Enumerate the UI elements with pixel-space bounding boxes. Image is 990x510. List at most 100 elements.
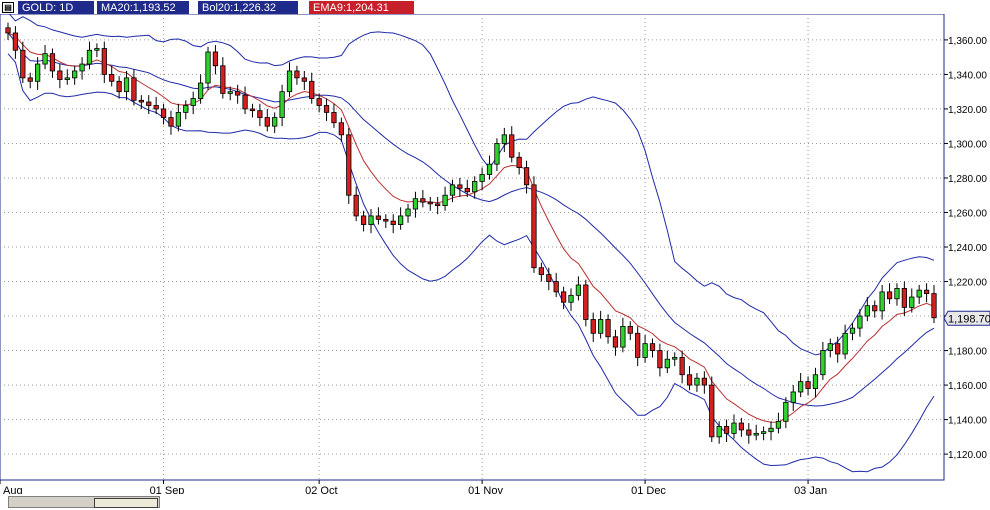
candle-body xyxy=(153,105,159,110)
candle-body xyxy=(731,422,737,434)
candle-body xyxy=(49,53,56,72)
y-tick-label: 1,240.00 xyxy=(948,243,987,254)
candle-body xyxy=(523,167,530,186)
x-axis: Aug 01 Sep 02 Oct 01 Nov 01 Dec 03 Jan xyxy=(0,480,827,494)
candle-body xyxy=(35,63,41,82)
candle-body xyxy=(412,198,419,210)
candle-body xyxy=(835,343,841,355)
candle-body xyxy=(568,294,574,303)
candle-body xyxy=(116,80,122,93)
x-tick-label: 01 Dec xyxy=(631,485,666,494)
horizontal-scrollbar[interactable] xyxy=(8,496,160,508)
bol20-label: Bol20:1,226.32 xyxy=(198,1,298,15)
candle-body xyxy=(516,156,522,169)
candle-body xyxy=(872,305,878,312)
candle-body xyxy=(5,27,11,34)
candle-body xyxy=(716,426,722,438)
candle-body xyxy=(390,220,396,225)
y-tick-label: 1,260.00 xyxy=(948,208,987,219)
candle-body xyxy=(923,289,930,295)
candle-body xyxy=(486,163,493,175)
candle-body xyxy=(501,134,507,144)
candle-body xyxy=(583,284,589,320)
candle-body xyxy=(42,53,48,65)
candle-body xyxy=(479,174,485,182)
candle-body xyxy=(131,77,137,101)
candle-body xyxy=(894,288,900,300)
candle-body xyxy=(249,108,256,112)
candle-body xyxy=(635,332,641,358)
ema9-label: EMA9:1,204.31 xyxy=(309,1,414,15)
x-tick-label: Aug xyxy=(3,485,23,494)
candle-body xyxy=(575,284,582,296)
chart-menu-icon[interactable]: ▤ xyxy=(2,2,14,13)
candle-body xyxy=(168,117,174,127)
candle-body xyxy=(316,98,322,106)
candle-body xyxy=(605,319,611,338)
candle-body xyxy=(553,281,559,293)
y-tick-label: 1,340.00 xyxy=(948,70,987,81)
candle-body xyxy=(686,374,693,386)
candle-body xyxy=(353,194,359,217)
candle-body xyxy=(109,74,115,82)
y-tick-label: 1,220.00 xyxy=(948,278,987,289)
candle-body xyxy=(368,215,374,225)
candle-body xyxy=(146,101,152,106)
y-tick-label: 1,160.00 xyxy=(948,381,987,392)
candle-body xyxy=(175,111,182,127)
candle-body xyxy=(360,215,367,225)
scroll-thumb[interactable] xyxy=(94,498,158,508)
candle-body xyxy=(738,422,745,431)
candle-body xyxy=(64,77,70,80)
candle-body xyxy=(627,325,633,334)
candle-body xyxy=(701,377,707,386)
candle-body xyxy=(309,80,315,99)
candle-body xyxy=(160,108,167,118)
candle-body xyxy=(864,305,870,317)
candle-body xyxy=(272,117,278,127)
candle-body xyxy=(331,111,337,124)
candle-body xyxy=(827,343,833,351)
x-tick-label: 01 Nov xyxy=(468,485,503,494)
candle-body xyxy=(101,48,107,75)
candle-body xyxy=(420,198,426,203)
candle-body xyxy=(94,48,100,51)
candle-body xyxy=(538,267,544,276)
y-tick-label: 1,120.00 xyxy=(948,450,987,461)
candle-body xyxy=(820,350,826,376)
candle-body xyxy=(242,94,248,110)
candle-body xyxy=(560,291,567,303)
candle-body xyxy=(657,350,663,369)
candle-body xyxy=(664,358,670,369)
candle-body xyxy=(598,319,604,334)
candle-body xyxy=(590,319,596,334)
candle-body xyxy=(338,122,344,136)
candle-body xyxy=(346,134,352,196)
candle-body xyxy=(642,343,648,358)
price-chart[interactable]: 1,120.001,140.001,160.001,180.001,200.00… xyxy=(0,14,990,494)
candle-body xyxy=(612,336,619,348)
candle-body xyxy=(449,184,456,196)
candle-body xyxy=(775,420,782,429)
candle-body xyxy=(212,51,219,67)
candle-body xyxy=(79,63,85,72)
y-tick-label: 1,180.00 xyxy=(948,347,987,358)
candle-body xyxy=(427,201,433,205)
candle-body xyxy=(916,289,922,298)
candle-body xyxy=(909,296,915,308)
candle-body xyxy=(220,65,226,94)
candle-body xyxy=(227,91,233,94)
candle-body xyxy=(20,49,26,79)
candle-body xyxy=(509,134,515,158)
candle-body xyxy=(72,70,78,79)
candle-body xyxy=(723,426,730,434)
y-axis: 1,120.001,140.001,160.001,180.001,200.00… xyxy=(944,36,987,461)
symbol-label[interactable]: GOLD: 1D xyxy=(18,1,94,15)
candle-body xyxy=(375,215,382,220)
candle-body xyxy=(760,431,767,434)
candle-body xyxy=(57,70,63,80)
candle-body xyxy=(12,32,19,51)
candle-body xyxy=(323,105,330,113)
candle-body xyxy=(783,401,789,422)
y-tick-label: 1,360.00 xyxy=(948,36,987,47)
